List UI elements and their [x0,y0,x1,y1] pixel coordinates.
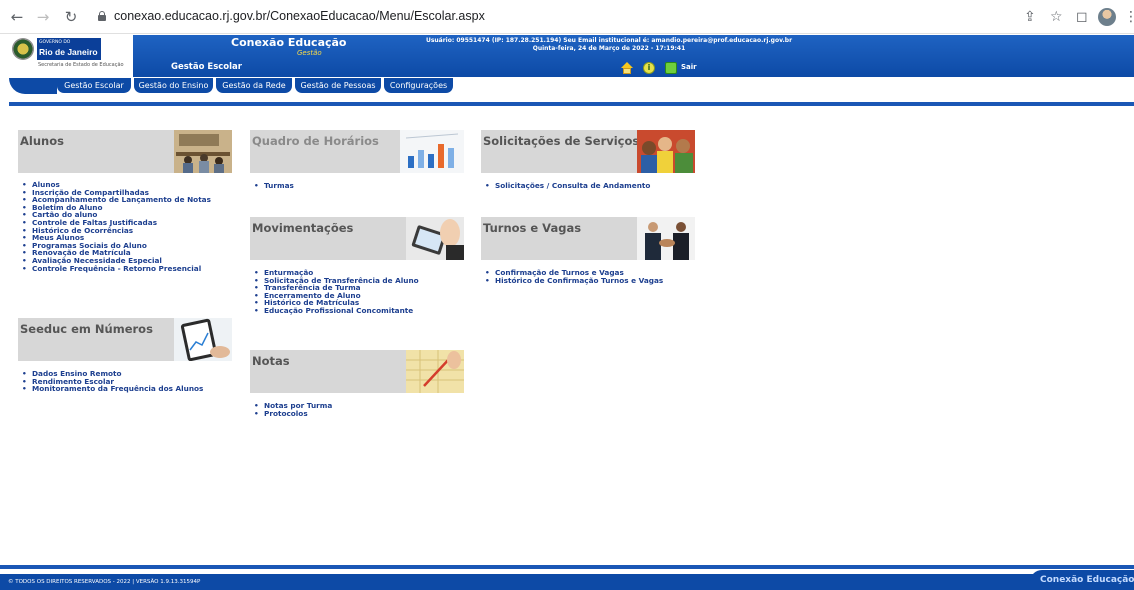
panel-notas: Notas Notas por Turma Protocolos [250,350,464,430]
panel-header: Movimentações [250,217,464,260]
profile-avatar[interactable] [1098,8,1116,26]
footer-brand-logo: Conexão Educação [1030,570,1134,590]
date-time: Quinta-feira, 24 de Março de 2022 - 17:1… [532,45,686,52]
list-item[interactable]: Solicitações / Consulta de Andamento [481,182,650,190]
handshake-image [637,217,695,260]
app-subtitle: Gestão [297,49,322,57]
user-details: Usuário: 09551474 (IP: 187.28.251.194) S… [425,37,793,44]
panel-header: Notas [250,350,464,393]
tab-gestao-do-ensino[interactable]: Gestão do Ensino [134,78,213,93]
app-title: Conexão Educação [231,36,347,49]
home-icon[interactable] [621,62,633,74]
module-label: Gestão Escolar [171,62,242,72]
panel-header: Alunos [18,130,232,173]
panel-turnos-e-vagas: Turnos e Vagas Confirmação de Turnos e V… [481,217,695,297]
grades-sheet-image [406,350,464,393]
side-panel-icon[interactable]: ◻ [1076,8,1088,26]
info-icon[interactable]: i [643,62,655,74]
exit-icon[interactable] [665,62,677,74]
main-nav-tabs: Gestão Escolar Gestão do Ensino Gestão d… [9,78,1134,94]
students-image [637,130,695,173]
panel-solicitacoes-de-servicos: Solicitações de Serviços Solicitações / … [481,130,695,200]
tabs-decoration [9,78,57,94]
panel-title: Seeduc em Números [20,322,153,336]
exit-link[interactable]: Sair [681,63,697,71]
panel-title: Turnos e Vagas [483,221,582,235]
tab-gestao-da-rede[interactable]: Gestão da Rede [216,78,292,93]
address-bar[interactable]: conexao.educacao.rj.gov.br/ConexaoEducac… [98,5,928,29]
turnos-links: Confirmação de Turnos e Vagas Histórico … [481,269,663,284]
logo-banner: GOVERNO DO Rio de Janeiro [37,38,101,60]
list-item[interactable]: Protocolos [250,409,332,418]
menu-kebab-icon[interactable]: ⋮ [1124,8,1134,26]
tab-gestao-escolar[interactable]: Gestão Escolar [57,78,131,93]
list-item[interactable]: Educação Profissional Concomitante [250,307,419,315]
share-icon[interactable]: ⇪ [1024,8,1036,26]
url-text[interactable]: conexao.educacao.rj.gov.br/ConexaoEducac… [114,9,485,23]
logo-small-text: GOVERNO DO [39,40,71,45]
panel-header: Quadro de Horários [250,130,464,173]
footer-copyright: © TODOS OS DIREITOS RESERVADOS - 2022 | … [8,579,201,585]
panel-title: Quadro de Horários [252,134,379,148]
bookmark-star-icon[interactable]: ☆ [1050,8,1063,26]
app-header: GOVERNO DO Rio de Janeiro Secretaria de … [9,35,1134,77]
seeduc-links: Dados Ensino Remoto Rendimento Escolar M… [18,370,203,393]
back-icon[interactable]: ← [8,8,26,26]
schedule-chart-image [400,130,464,173]
lock-icon[interactable] [98,11,106,21]
user-info: Usuário: 09551474 (IP: 187.28.251.194) S… [389,37,829,53]
notas-links: Notas por Turma Protocolos [250,402,332,417]
panel-title: Solicitações de Serviços [483,134,640,148]
page-footer: © TODOS OS DIREITOS RESERVADOS - 2022 | … [0,565,1134,590]
list-item[interactable]: Turmas [250,182,294,190]
government-logo[interactable]: GOVERNO DO Rio de Janeiro Secretaria de … [9,35,133,77]
panel-header: Seeduc em Números [18,318,232,361]
forward-icon[interactable]: → [34,8,52,26]
logo-rio-text: Rio de Janeiro [39,47,98,57]
tab-gestao-de-pessoas[interactable]: Gestão de Pessoas [295,78,381,93]
footer-divider [0,565,1134,569]
logo-secretaria-text: Secretaria de Estado de Educação [38,62,124,68]
list-item[interactable]: Histórico de Confirmação Turnos e Vagas [481,276,663,285]
panel-alunos: Alunos Alunos Inscrição de Compartilhada… [18,130,232,300]
tab-configuracoes[interactable]: Configurações [384,78,453,93]
panel-seeduc-em-numeros: Seeduc em Números Dados Ensino Remoto Re… [18,318,232,408]
header-divider [9,102,1134,106]
quadro-links: Turmas [250,182,294,190]
list-item[interactable]: Controle Frequência - Retorno Presencial [18,264,211,273]
panel-header: Solicitações de Serviços [481,130,695,173]
solicitacoes-links: Solicitações / Consulta de Andamento [481,182,650,190]
panel-title: Alunos [20,134,64,148]
tablet-hand-image [406,217,464,260]
footer-brand-text: Conexão Educação [1040,575,1134,585]
coat-of-arms-icon [12,38,34,60]
panel-title: Notas [252,354,290,368]
movimentacoes-links: Enturmação Solicitação de Transferência … [250,269,419,315]
panel-quadro-de-horarios: Quadro de Horários Turmas [250,130,464,200]
browser-toolbar: ← → ↻ conexao.educacao.rj.gov.br/Conexao… [0,0,1134,34]
panel-movimentacoes: Movimentações Enturmação Solicitação de … [250,217,464,327]
panel-title: Movimentações [252,221,354,235]
reload-icon[interactable]: ↻ [62,8,80,26]
alunos-links: Alunos Inscrição de Compartilhadas Acomp… [18,181,211,272]
list-item[interactable]: Monitoramento da Frequência dos Alunos [18,385,203,393]
tablet-chart-image [174,318,232,361]
panel-header: Turnos e Vagas [481,217,695,260]
classroom-image [174,130,232,173]
